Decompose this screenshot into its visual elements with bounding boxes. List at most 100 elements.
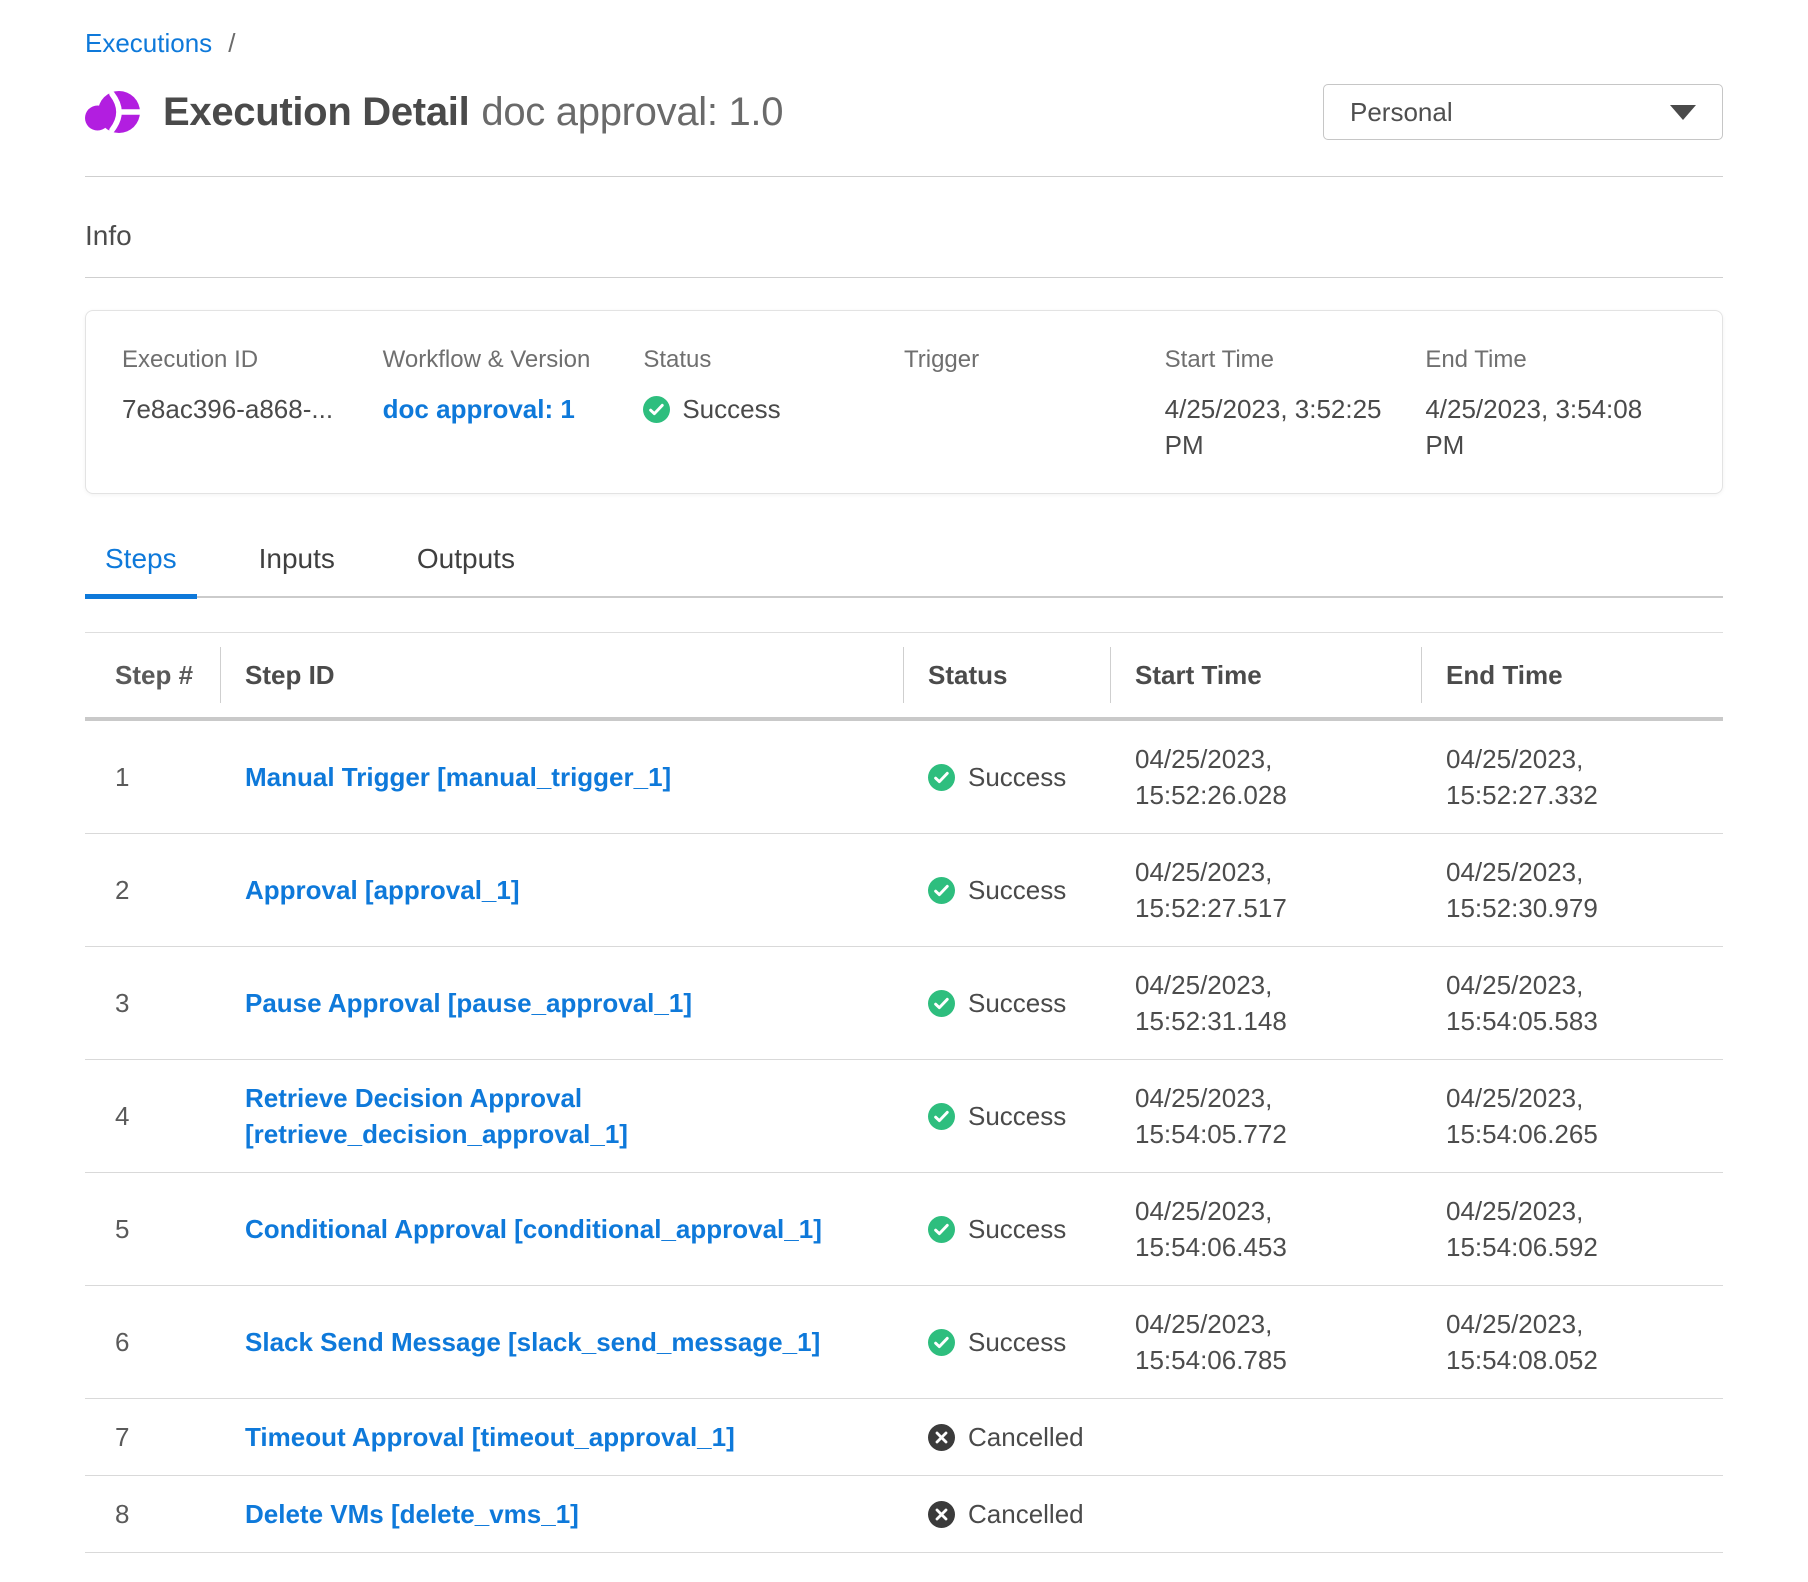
step-id-cell: Timeout Approval [timeout_approval_1] xyxy=(221,1399,904,1475)
step-id-cell: Slack Send Message [slack_send_message_1… xyxy=(221,1304,904,1380)
step-number-cell: 5 xyxy=(85,1191,221,1267)
step-end-time-cell: 04/25/2023,15:54:05.583 xyxy=(1422,947,1723,1059)
info-field: Workflow & Version doc approval: 1 xyxy=(383,345,644,463)
timestamp-line: 04/25/2023, xyxy=(1446,1193,1703,1229)
timestamp-line: 15:54:06.785 xyxy=(1135,1342,1402,1378)
step-id-link[interactable]: Slack Send Message [slack_send_message_1… xyxy=(245,1324,820,1360)
info-field-value: doc approval: 1 xyxy=(383,391,621,427)
step-id-link[interactable]: Timeout Approval [timeout_approval_1] xyxy=(245,1419,735,1455)
info-field-label: Workflow & Version xyxy=(383,345,644,375)
step-end-time-cell: 04/25/2023,15:54:06.592 xyxy=(1422,1173,1723,1285)
tab-bar: Steps Inputs Outputs xyxy=(85,542,1723,598)
info-field-label: Execution ID xyxy=(122,345,383,375)
info-field-value: Success xyxy=(643,391,881,427)
page-title: Execution Detail doc approval: 1.0 xyxy=(163,90,783,135)
timestamp-line: 04/25/2023, xyxy=(1135,741,1402,777)
step-end-time-cell xyxy=(1422,1417,1723,1457)
step-end-time-cell: 04/25/2023,15:52:30.979 xyxy=(1422,834,1723,946)
check-circle-icon xyxy=(928,764,955,791)
tab-outputs[interactable]: Outputs xyxy=(397,542,535,596)
x-circle-icon xyxy=(928,1501,955,1528)
timestamp-line: 15:54:06.265 xyxy=(1446,1116,1703,1152)
step-status-cell: Success xyxy=(904,1078,1111,1154)
timestamp-line: 04/25/2023, xyxy=(1135,1080,1402,1116)
step-status-text: Success xyxy=(968,759,1066,795)
info-field-label: Status xyxy=(643,345,904,375)
step-status-text: Success xyxy=(968,985,1066,1021)
info-section-divider xyxy=(85,277,1723,278)
column-header-step-number: Step # xyxy=(85,633,221,717)
timestamp-line: 04/25/2023, xyxy=(1446,1306,1703,1342)
step-status-cell: Cancelled xyxy=(904,1399,1111,1475)
info-section: Info Execution ID 7e8ac396-a868-... Work… xyxy=(85,219,1723,494)
breadcrumb: Executions/ xyxy=(85,28,1723,58)
step-number-cell: 8 xyxy=(85,1476,221,1552)
check-circle-icon xyxy=(928,877,955,904)
step-status-text: Cancelled xyxy=(968,1419,1084,1455)
step-number-cell: 3 xyxy=(85,965,221,1041)
check-circle-icon xyxy=(928,1103,955,1130)
step-status-text: Success xyxy=(968,1211,1066,1247)
page-header: Execution Detail doc approval: 1.0 Person… xyxy=(85,80,1723,144)
table-row: 7 Timeout Approval [timeout_approval_1] … xyxy=(85,1399,1723,1476)
info-field: Trigger xyxy=(904,345,1165,463)
step-status-cell: Success xyxy=(904,1191,1111,1267)
step-id-link[interactable]: Retrieve Decision Approval [retrieve_dec… xyxy=(245,1080,884,1152)
timestamp-line: 04/25/2023, xyxy=(1446,967,1703,1003)
table-row: 2 Approval [approval_1] Success 04/25/20… xyxy=(85,834,1723,947)
step-start-time-cell: 04/25/2023,15:52:31.148 xyxy=(1111,947,1422,1059)
table-row: 8 Delete VMs [delete_vms_1] Cancelled xyxy=(85,1476,1723,1553)
check-circle-icon xyxy=(928,990,955,1017)
step-id-link[interactable]: Approval [approval_1] xyxy=(245,872,520,908)
timestamp-line: 15:52:27.332 xyxy=(1446,777,1703,813)
execution-detail-page: Executions/ Execution Detail doc approval… xyxy=(0,0,1808,1553)
breadcrumb-link-executions[interactable]: Executions xyxy=(85,28,212,58)
info-card: Execution ID 7e8ac396-a868-... Workflow … xyxy=(85,310,1723,494)
info-section-title: Info xyxy=(85,219,1723,253)
step-status-cell: Success xyxy=(904,739,1111,815)
timestamp-line: 15:52:31.148 xyxy=(1135,1003,1402,1039)
info-field: Status Success xyxy=(643,345,904,463)
workflow-icon xyxy=(85,85,141,139)
table-row: 1 Manual Trigger [manual_trigger_1] Succ… xyxy=(85,721,1723,834)
step-end-time-cell: 04/25/2023,15:52:27.332 xyxy=(1422,721,1723,833)
page-title-main: Execution Detail xyxy=(163,90,469,134)
info-field: End Time 4/25/2023, 3:54:08 PM xyxy=(1425,345,1686,463)
step-id-link[interactable]: Delete VMs [delete_vms_1] xyxy=(245,1496,579,1532)
timestamp-line: 15:54:05.583 xyxy=(1446,1003,1703,1039)
column-header-start-time: Start Time xyxy=(1111,633,1422,717)
step-id-cell: Delete VMs [delete_vms_1] xyxy=(221,1476,904,1552)
timestamp-line: 04/25/2023, xyxy=(1135,1193,1402,1229)
workspace-dropdown[interactable]: Personal xyxy=(1323,84,1723,140)
step-id-link[interactable]: Pause Approval [pause_approval_1] xyxy=(245,985,692,1021)
workflow-version-link[interactable]: doc approval: 1 xyxy=(383,394,575,424)
step-start-time-cell: 04/25/2023,15:52:27.517 xyxy=(1111,834,1422,946)
step-start-time-cell xyxy=(1111,1417,1422,1457)
tab-inputs[interactable]: Inputs xyxy=(239,542,355,596)
step-id-link[interactable]: Manual Trigger [manual_trigger_1] xyxy=(245,759,671,795)
workspace-dropdown-value: Personal xyxy=(1350,97,1453,128)
table-row: 5 Conditional Approval [conditional_appr… xyxy=(85,1173,1723,1286)
step-start-time-cell xyxy=(1111,1494,1422,1534)
page-title-workflow-version: doc approval: 1.0 xyxy=(481,90,783,134)
step-end-time-cell xyxy=(1422,1494,1723,1534)
step-id-link[interactable]: Conditional Approval [conditional_approv… xyxy=(245,1211,822,1247)
x-circle-icon xyxy=(928,1424,955,1451)
step-id-cell: Approval [approval_1] xyxy=(221,852,904,928)
info-field-value: 7e8ac396-a868-... xyxy=(122,391,360,427)
chevron-down-icon xyxy=(1670,105,1696,120)
step-status-text: Cancelled xyxy=(968,1496,1084,1532)
step-id-cell: Manual Trigger [manual_trigger_1] xyxy=(221,739,904,815)
step-number-cell: 6 xyxy=(85,1304,221,1380)
timestamp-line: 15:52:26.028 xyxy=(1135,777,1402,813)
timestamp-line: 04/25/2023, xyxy=(1135,967,1402,1003)
info-field-label: End Time xyxy=(1425,345,1686,375)
step-start-time-cell: 04/25/2023,15:52:26.028 xyxy=(1111,721,1422,833)
timestamp-line: 04/25/2023, xyxy=(1446,741,1703,777)
info-field: Execution ID 7e8ac396-a868-... xyxy=(122,345,383,463)
step-status-cell: Success xyxy=(904,1304,1111,1380)
tab-steps[interactable]: Steps xyxy=(85,542,197,596)
step-start-time-cell: 04/25/2023,15:54:06.785 xyxy=(1111,1286,1422,1398)
step-status-cell: Success xyxy=(904,965,1111,1041)
check-circle-icon xyxy=(928,1329,955,1356)
